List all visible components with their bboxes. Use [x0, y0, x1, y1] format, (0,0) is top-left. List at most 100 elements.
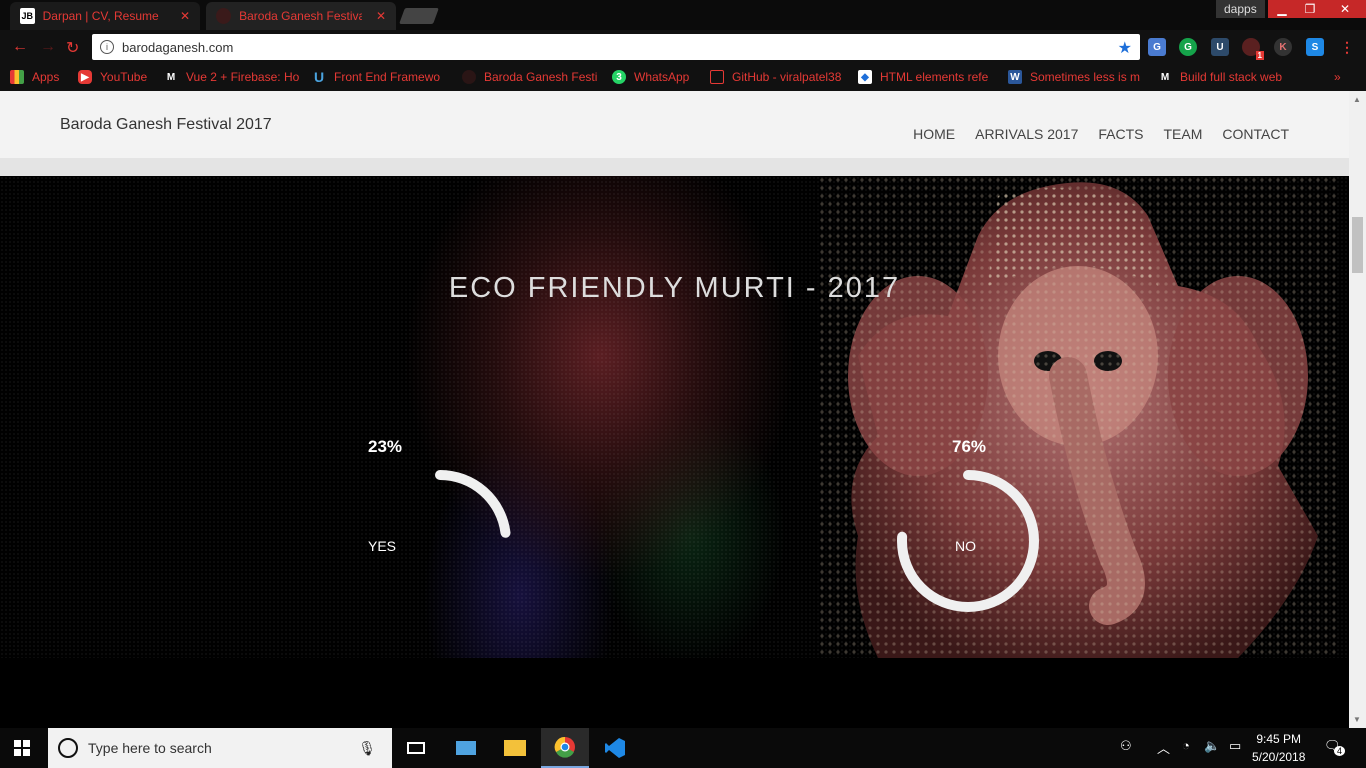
bookmark-star-icon[interactable]: ★ — [1118, 38, 1132, 58]
volume-icon[interactable]: 🔈 — [1204, 738, 1220, 754]
bookmark-html-elements[interactable]: ◆ HTML elements refe — [858, 69, 996, 85]
bookmark-whatsapp[interactable]: 3 WhatsApp — [612, 69, 689, 85]
bookmark-label: Vue 2 + Firebase: Ho — [186, 70, 300, 84]
restore-icon[interactable]: ❐ — [1296, 0, 1324, 18]
bookmark-label: Apps — [32, 70, 60, 84]
nav-divider — [0, 158, 1349, 176]
eco-friendly-section: ECO FRIENDLY MURTI - 2017 23% YES 76% NO — [0, 176, 1349, 658]
notification-count: 4 — [1334, 746, 1346, 756]
close-window-icon[interactable]: ✕ — [1324, 0, 1366, 18]
bookmark-label: HTML elements refe — [880, 70, 989, 84]
whatsapp-icon: 3 — [612, 70, 626, 84]
bookmark-label: Baroda Ganesh Festi — [484, 70, 598, 84]
translate-extension-icon[interactable]: G — [1148, 38, 1166, 56]
tab-title: Darpan | CV, Resume — [42, 9, 159, 23]
taskbar-search[interactable]: Type here to search 🎙 — [48, 728, 392, 768]
cortana-icon — [58, 738, 78, 758]
bookmark-apps[interactable]: Apps — [10, 69, 59, 85]
k-extension-icon[interactable]: K — [1274, 38, 1292, 56]
more-bookmarks-button[interactable]: » — [1334, 69, 1341, 85]
tab-title: Baroda Ganesh Festival 2 — [239, 9, 362, 23]
bookmark-label: WhatsApp — [634, 70, 690, 84]
task-view-icon[interactable] — [392, 728, 440, 768]
u-extension-icon[interactable]: U — [1211, 38, 1229, 56]
url-text: barodaganesh.com — [122, 39, 234, 55]
info-icon[interactable]: i — [100, 40, 114, 54]
bookmark-label: Front End Framewo — [334, 70, 441, 84]
word-icon: W — [1008, 70, 1022, 84]
site-brand[interactable]: Baroda Ganesh Festival 2017 — [60, 116, 272, 134]
clock-time: 9:45 PM — [1256, 732, 1302, 746]
nav-contact[interactable]: CONTACT — [1222, 126, 1289, 142]
close-icon[interactable]: ✕ — [180, 9, 190, 23]
tab-darpan[interactable]: JB Darpan | CV, Resume ✕ — [10, 2, 200, 30]
site-nav-links: HOME ARRIVALS 2017 FACTS TEAM CONTACT — [913, 126, 1289, 142]
bookmark-build-full-stack[interactable]: M Build full stack web — [1158, 69, 1294, 85]
no-percent: 76% — [952, 437, 987, 456]
scrollbar-thumb[interactable] — [1352, 217, 1363, 273]
mdn-icon: ◆ — [858, 70, 872, 84]
forward-arrow-icon[interactable]: → — [40, 38, 56, 56]
extension-badge: 1 — [1255, 51, 1264, 60]
vertical-scrollbar[interactable]: ▲ ▼ — [1349, 91, 1366, 728]
taskbar-clock[interactable]: 9:45 PM 5/20/2018 — [1252, 730, 1305, 766]
bookmark-github[interactable]: GitHub - viralpatel38 — [710, 69, 846, 85]
youtube-icon: ▶ — [78, 70, 92, 84]
bookmark-label: Sometimes less is m — [1030, 70, 1141, 84]
section-footer-band — [0, 658, 1349, 728]
computer-app-icon[interactable] — [442, 728, 490, 768]
action-center-icon[interactable]: 🗨 4 — [1324, 738, 1346, 756]
section-title: ECO FRIENDLY MURTI - 2017 — [448, 272, 901, 304]
bookmark-vue-firebase[interactable]: M Vue 2 + Firebase: Ho — [164, 69, 300, 85]
close-icon[interactable]: ✕ — [376, 9, 386, 23]
nav-home[interactable]: HOME — [913, 126, 955, 142]
windows-taskbar: Type here to search 🎙 ⚇ ︿ ◔ 🔈 ▭ 9:45 PM … — [0, 728, 1366, 768]
yes-percent: 23% — [368, 437, 403, 456]
address-bar[interactable]: i barodaganesh.com ★ — [92, 34, 1140, 60]
profile-button[interactable]: dapps — [1216, 0, 1265, 18]
chrome-app-icon[interactable] — [541, 728, 589, 768]
medium-icon: M — [166, 71, 176, 83]
bookmark-label: GitHub - viralpatel38 — [732, 70, 842, 84]
tab-baroda-ganesh[interactable]: Baroda Ganesh Festival 2 ✕ — [206, 2, 396, 30]
nav-arrivals[interactable]: ARRIVALS 2017 — [975, 126, 1078, 142]
s-extension-icon[interactable]: S — [1306, 38, 1324, 56]
bookmark-baroda-ganesh[interactable]: Baroda Ganesh Festi — [462, 69, 598, 85]
scroll-down-icon[interactable]: ▼ — [1353, 715, 1361, 724]
reload-icon[interactable]: ↻ — [66, 38, 79, 58]
clock-date: 5/20/2018 — [1252, 750, 1306, 764]
ganesh-icon — [462, 70, 476, 84]
minimize-icon[interactable]: ▁ — [1268, 0, 1296, 18]
tray-chevron-up-icon[interactable]: ︿ — [1157, 738, 1170, 757]
nav-facts[interactable]: FACTS — [1098, 126, 1143, 142]
windows-start-icon[interactable] — [14, 740, 30, 756]
u-icon: U — [313, 69, 325, 85]
battery-icon[interactable]: ▭ — [1229, 738, 1241, 754]
bookmark-sometimes-less[interactable]: W Sometimes less is m — [1008, 69, 1146, 85]
yes-label: YES — [368, 538, 397, 554]
tab-strip: JB Darpan | CV, Resume ✕ Baroda Ganesh F… — [0, 0, 1366, 30]
microphone-icon[interactable]: 🎙 — [358, 740, 376, 757]
new-tab-button[interactable] — [399, 8, 439, 24]
site-navbar: Baroda Ganesh Festival 2017 HOME ARRIVAL… — [0, 91, 1349, 158]
search-placeholder: Type here to search — [88, 740, 212, 756]
blocker-extension-icon[interactable]: 1 — [1242, 38, 1264, 60]
bookmark-youtube[interactable]: ▶ YouTube — [78, 69, 147, 85]
grammarly-extension-icon[interactable]: G — [1179, 38, 1197, 56]
people-icon[interactable]: ⚇ — [1120, 738, 1132, 754]
bookmark-front-end-framework[interactable]: U Front End Framewo — [312, 69, 450, 85]
page-viewport: Baroda Ganesh Festival 2017 HOME ARRIVAL… — [0, 91, 1366, 728]
menu-kebab-icon[interactable]: ⋮ — [1338, 38, 1356, 56]
apps-grid-icon — [10, 70, 24, 84]
document-icon — [710, 70, 724, 84]
back-arrow-icon[interactable]: ← — [12, 38, 28, 56]
bookmark-label: Build full stack web — [1180, 70, 1283, 84]
medium-icon: M — [1160, 71, 1170, 83]
scroll-up-icon[interactable]: ▲ — [1353, 95, 1361, 104]
browser-chrome: JB Darpan | CV, Resume ✕ Baroda Ganesh F… — [0, 0, 1366, 91]
chevron-double-right-icon: » — [1334, 70, 1341, 84]
wifi-icon[interactable]: ◔ — [1182, 738, 1190, 753]
file-explorer-icon[interactable] — [491, 728, 539, 768]
vscode-app-icon[interactable] — [591, 728, 639, 768]
nav-team[interactable]: TEAM — [1163, 126, 1202, 142]
